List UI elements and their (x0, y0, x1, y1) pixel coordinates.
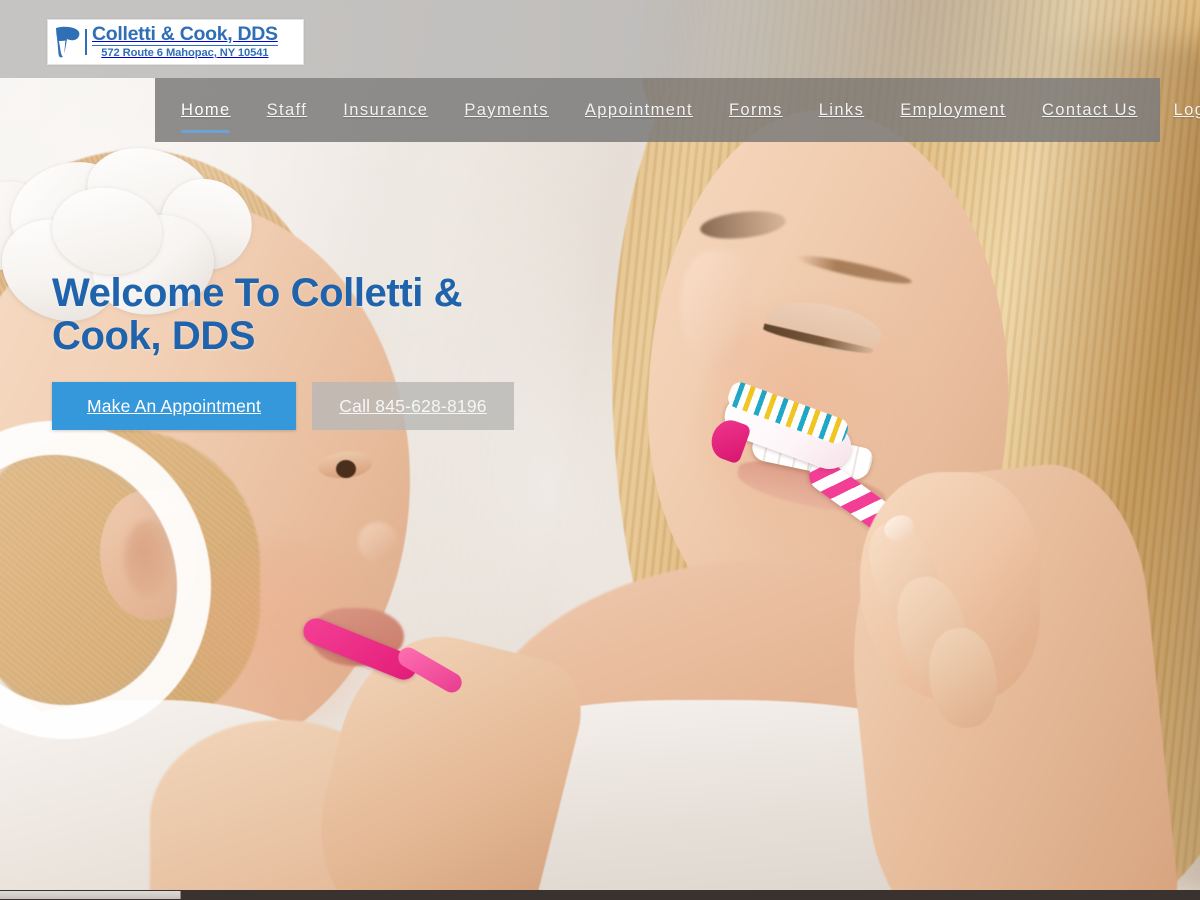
nav-item-payments[interactable]: Payments (452, 101, 561, 120)
logo-divider (85, 29, 87, 55)
make-appointment-button[interactable]: Make An Appointment (52, 382, 296, 431)
nav-item-forms[interactable]: Forms (717, 101, 795, 120)
nav-item-links[interactable]: Links (807, 101, 877, 120)
site-logo[interactable]: Colletti & Cook, DDS 572 Route 6 Mahopac… (47, 19, 304, 65)
nav-item-login[interactable]: Login (1162, 101, 1200, 120)
nav-item-insurance[interactable]: Insurance (331, 101, 440, 120)
nav-item-employment[interactable]: Employment (888, 101, 1018, 120)
horizontal-scrollbar-track[interactable] (0, 890, 1200, 900)
nav-item-staff[interactable]: Staff (255, 101, 320, 120)
baby-nose (358, 522, 398, 562)
logo-practice-name: Colletti & Cook, DDS (92, 22, 278, 47)
hero-content: Welcome To Colletti & Cook, DDS Make An … (52, 271, 572, 431)
hero-cta-group: Make An Appointment Call 845-628-8196 (52, 382, 572, 431)
nav-item-appointment[interactable]: Appointment (573, 101, 705, 120)
call-phone-button[interactable]: Call 845-628-8196 (312, 382, 514, 431)
logo-text-block: Colletti & Cook, DDS 572 Route 6 Mahopac… (92, 22, 278, 60)
tooth-icon (56, 26, 80, 58)
main-navigation[interactable]: Home Staff Insurance Payments Appointmen… (155, 78, 1200, 142)
baby-pupil (336, 460, 356, 478)
nav-item-home[interactable]: Home (169, 101, 243, 133)
logo-address: 572 Route 6 Mahopac, NY 10541 (101, 47, 269, 60)
horizontal-scrollbar-thumb[interactable] (0, 891, 181, 899)
hero-title: Welcome To Colletti & Cook, DDS (52, 271, 463, 359)
page-root: Colletti & Cook, DDS 572 Route 6 Mahopac… (0, 0, 1200, 900)
nav-item-contact-us[interactable]: Contact Us (1030, 101, 1150, 120)
